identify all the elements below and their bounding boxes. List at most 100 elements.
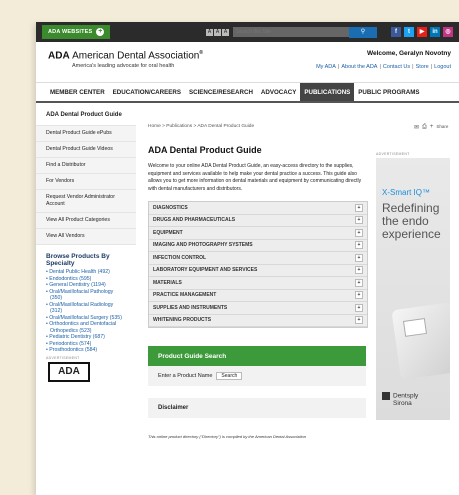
specialty-link[interactable]: Orthodontics and Dentofacial Orthopedics… xyxy=(46,321,126,334)
about-ada-link[interactable]: About the ADA xyxy=(341,64,377,70)
dentsply-logo-icon xyxy=(382,392,390,400)
print-icon[interactable]: ⎙ xyxy=(422,124,427,131)
category-label: PRACTICE MANAGEMENT xyxy=(153,292,217,299)
text-size-small-button[interactable]: A xyxy=(206,28,213,36)
text-size-large-button[interactable]: A xyxy=(222,28,229,36)
expand-icon[interactable]: + xyxy=(355,316,363,325)
email-icon[interactable]: ✉ xyxy=(414,124,419,131)
welcome-message: Welcome, Geralyn Novotny xyxy=(366,50,451,57)
sidebar-item-view-categories[interactable]: View All Product Categories xyxy=(36,213,136,229)
nav-science-research[interactable]: SCIENCE/RESEARCH xyxy=(185,83,257,101)
contact-us-link[interactable]: Contact Us xyxy=(383,64,410,70)
nav-public-programs[interactable]: PUBLIC PROGRAMS xyxy=(354,83,423,101)
sidebar-item-find-distributor[interactable]: Find a Distributor xyxy=(36,158,136,174)
instagram-icon[interactable]: ◎ xyxy=(443,27,453,37)
sponsor-line-1: Dentsply xyxy=(393,392,419,400)
nav-member-center[interactable]: MEMBER CENTER xyxy=(46,83,109,101)
category-row[interactable]: EQUIPMENT + xyxy=(149,227,367,240)
category-row[interactable]: MATERIALS + xyxy=(149,277,367,290)
sidebar-item-view-vendors[interactable]: View All Vendors xyxy=(36,229,136,245)
site-search-input[interactable] xyxy=(233,27,349,37)
specialty-link[interactable]: Oral/Maxillofacial Radiology (312) xyxy=(46,302,126,315)
sidebar: ADA Dental Product Guide Dental Product … xyxy=(36,104,136,382)
registered-mark: ® xyxy=(199,50,204,56)
page-utilities: ✉ ⎙ + Share xyxy=(414,124,448,131)
text-size-medium-button[interactable]: A xyxy=(214,28,221,36)
nav-education-careers[interactable]: EDUCATION/CAREERS xyxy=(109,83,185,101)
ada-websites-button[interactable]: ADA WEBSITES + xyxy=(42,25,111,39)
endo-device-image xyxy=(391,302,450,380)
facebook-icon[interactable]: f xyxy=(391,27,401,37)
twitter-icon[interactable]: t xyxy=(404,27,414,37)
sidebar-item-product-guide[interactable]: ADA Dental Product Guide xyxy=(36,104,136,126)
browser-page: ADA WEBSITES + A A A ⚲ f t ▶ in ◎ ADA Am… xyxy=(36,22,459,495)
category-label: IMAGING AND PHOTOGRAPHY SYSTEMS xyxy=(153,242,253,249)
category-row[interactable]: INFECTION CONTROL + xyxy=(149,252,367,265)
logout-link[interactable]: Logout xyxy=(434,64,451,70)
plus-icon: + xyxy=(96,28,105,36)
expand-icon[interactable]: + xyxy=(355,241,363,250)
expand-icon[interactable]: + xyxy=(355,266,363,275)
sidebar-ad-label: ADVERTISEMENT xyxy=(46,355,80,360)
category-label: DIAGNOSTICS xyxy=(153,204,188,211)
logo-name-text: American Dental Association xyxy=(72,50,200,62)
sidebar-item-for-vendors[interactable]: For Vendors xyxy=(36,174,136,190)
category-row[interactable]: DRUGS AND PHARMACEUTICALS + xyxy=(149,214,367,227)
category-list: DIAGNOSTICS + DRUGS AND PHARMACEUTICALS + … xyxy=(148,201,368,328)
ada-logo[interactable]: ADA American Dental Association® xyxy=(48,50,203,61)
advertisement-banner[interactable]: X-Smart IQ™ Redefining the endo experien… xyxy=(376,158,450,420)
tagline: America's leading advocate for oral heal… xyxy=(72,63,175,69)
expand-icon[interactable]: + xyxy=(355,278,363,287)
category-row[interactable]: PRACTICE MANAGEMENT + xyxy=(149,289,367,302)
linkedin-icon[interactable]: in xyxy=(430,27,440,37)
page-title: ADA Dental Product Guide xyxy=(148,145,262,155)
expand-icon[interactable]: + xyxy=(355,291,363,300)
nav-advocacy[interactable]: ADVOCACY xyxy=(257,83,300,101)
ada-badge-ad[interactable]: ADA xyxy=(48,361,90,382)
my-ada-link[interactable]: My ADA xyxy=(316,64,336,70)
sidebar-item-videos[interactable]: Dental Product Guide Videos xyxy=(36,142,136,158)
category-label: WHITENING PRODUCTS xyxy=(153,317,212,324)
product-name-field[interactable]: Enter a Product Name xyxy=(158,373,212,379)
top-utility-bar: ADA WEBSITES + A A A ⚲ f t ▶ in ◎ xyxy=(36,22,459,42)
category-label: EQUIPMENT xyxy=(153,229,183,236)
expand-icon[interactable]: + xyxy=(355,216,363,225)
category-row[interactable]: LABORATORY EQUIPMENT AND SERVICES + xyxy=(149,264,367,277)
category-row[interactable]: SUPPLIES AND INSTRUMENTS + xyxy=(149,302,367,315)
share-icon[interactable]: + xyxy=(430,124,434,131)
product-search-form: Enter a Product Name Search xyxy=(148,366,366,386)
youtube-icon[interactable]: ▶ xyxy=(417,27,427,37)
sidebar-item-request-vendor-account[interactable]: Request Vendor Administrator Account xyxy=(36,190,136,213)
category-row[interactable]: WHITENING PRODUCTS + xyxy=(149,314,367,327)
main-content: Home > Publications > ADA Dental Product… xyxy=(148,104,376,439)
product-search-button[interactable]: Search xyxy=(216,372,243,380)
category-label: INFECTION CONTROL xyxy=(153,254,207,261)
breadcrumb[interactable]: Home > Publications > ADA Dental Product… xyxy=(148,104,376,129)
specialty-list: Dental Public Health (492) Endodontics (… xyxy=(36,269,136,354)
product-search-heading: Product Guide Search xyxy=(148,346,366,366)
ad-brand: X-Smart IQ™ xyxy=(382,188,431,197)
share-label[interactable]: Share xyxy=(436,124,448,131)
expand-icon[interactable]: + xyxy=(355,303,363,312)
sponsor-line-2: Sirona xyxy=(393,400,412,407)
main-nav: MEMBER CENTER EDUCATION/CAREERS SCIENCE/… xyxy=(36,83,459,103)
sidebar-item-epubs[interactable]: Dental Product Guide ePubs xyxy=(36,126,136,142)
ad-sponsor: Dentsply Sirona xyxy=(382,392,418,407)
expand-icon[interactable]: + xyxy=(355,253,363,262)
ad-label: ADVERTISEMENT xyxy=(376,152,410,156)
category-row[interactable]: DIAGNOSTICS + xyxy=(149,202,367,215)
search-icon[interactable]: ⚲ xyxy=(349,26,377,38)
ad-column: ADVERTISEMENT X-Smart IQ™ Redefining the… xyxy=(376,150,456,420)
disclaimer-toggle[interactable]: Disclaimer xyxy=(148,398,366,418)
category-label: SUPPLIES AND INSTRUMENTS xyxy=(153,304,228,311)
store-link[interactable]: Store xyxy=(416,64,429,70)
expand-icon[interactable]: + xyxy=(355,228,363,237)
expand-icon[interactable]: + xyxy=(355,203,363,212)
site-header: ADA American Dental Association® America… xyxy=(36,42,459,83)
category-label: LABORATORY EQUIPMENT AND SERVICES xyxy=(153,267,258,274)
category-row[interactable]: IMAGING AND PHOTOGRAPHY SYSTEMS + xyxy=(149,239,367,252)
specialty-link[interactable]: Oral/Maxillofacial Pathology (350) xyxy=(46,289,126,302)
browse-specialty-heading: Browse Products By Specialty xyxy=(46,253,110,267)
category-label: DRUGS AND PHARMACEUTICALS xyxy=(153,217,236,224)
nav-publications[interactable]: PUBLICATIONS xyxy=(300,83,355,101)
